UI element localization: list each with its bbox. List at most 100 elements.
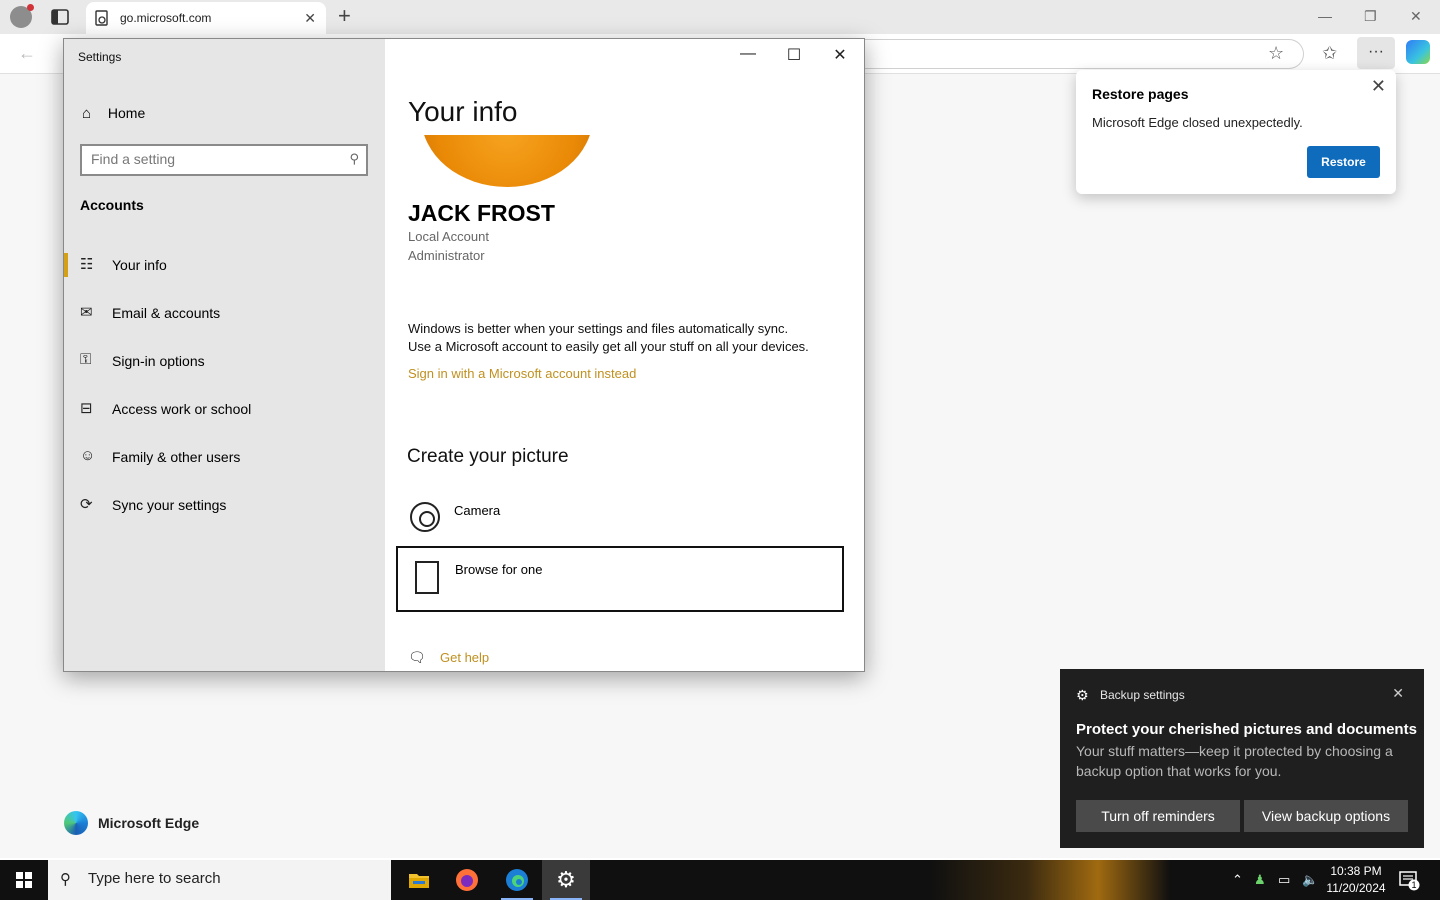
- toast-close-icon[interactable]: ✕: [1392, 685, 1404, 702]
- profile-avatar[interactable]: [10, 4, 34, 28]
- toast-app-name: Backup settings: [1100, 688, 1185, 702]
- favorites-icon[interactable]: ✩: [1322, 43, 1337, 64]
- clock[interactable]: 10:38 PM 11/20/2024: [1322, 863, 1390, 897]
- page-icon: [95, 10, 108, 26]
- toast-heading: Protect your cherished pictures and docu…: [1076, 721, 1417, 738]
- sidebar-item-access-work-school[interactable]: ⊟ Access work or school: [64, 385, 385, 433]
- sync-description-2: Use a Microsoft account to easily get al…: [408, 339, 809, 354]
- firefox-button[interactable]: [443, 860, 491, 900]
- browse-label: Browse for one: [455, 562, 543, 577]
- volume-icon[interactable]: 🔈: [1302, 872, 1318, 888]
- section-title: Accounts: [80, 197, 144, 213]
- maximize-button[interactable]: ☐: [771, 45, 817, 65]
- gear-icon: ⚙: [1076, 687, 1089, 703]
- notification-count: 1: [1411, 880, 1417, 890]
- sidebar-item-your-info[interactable]: ☷ Your info: [64, 241, 385, 289]
- camera-label: Camera: [454, 503, 501, 518]
- close-button[interactable]: ✕: [817, 45, 863, 65]
- start-button[interactable]: [0, 860, 48, 900]
- window-title: Settings: [78, 50, 122, 64]
- chevron-up-icon[interactable]: ⌃: [1232, 872, 1243, 888]
- microsoft-account-link[interactable]: Sign in with a Microsoft account instead: [408, 366, 636, 381]
- sidebar-item-sign-in-options[interactable]: ⚿ Sign-in options: [64, 337, 385, 385]
- person-icon: ☺: [80, 447, 96, 464]
- sync-icon: ⟳: [80, 496, 93, 513]
- windows-logo-icon: [16, 872, 32, 888]
- restore-message: Microsoft Edge closed unexpectedly.: [1092, 115, 1303, 130]
- edge-button[interactable]: [493, 860, 541, 900]
- backup-toast: ⚙ Backup settings ✕ Protect your cherish…: [1060, 669, 1424, 848]
- edge-brand-label: Microsoft Edge: [98, 815, 200, 831]
- network-icon[interactable]: ▭: [1278, 872, 1290, 888]
- tab-close-icon[interactable]: ✕: [304, 10, 316, 27]
- new-tab-button[interactable]: +: [338, 5, 351, 27]
- your-info-icon: ☷: [80, 256, 94, 273]
- user-sync-icon[interactable]: ♟: [1254, 872, 1266, 888]
- camera-icon: [410, 502, 440, 532]
- turn-off-reminders-button[interactable]: Turn off reminders: [1076, 800, 1240, 832]
- taskbar-search-input[interactable]: [88, 870, 378, 887]
- account-type: Local Account: [408, 229, 489, 244]
- briefcase-icon: ⊟: [80, 400, 93, 417]
- browser-restore-button[interactable]: ❐: [1364, 8, 1377, 25]
- browser-tab-bar: go.microsoft.com ✕ + — ❐ ✕: [0, 0, 1440, 34]
- home-icon: ⌂: [82, 105, 92, 122]
- help-chat-icon: 🗨: [408, 649, 426, 665]
- gear-icon: ⚙: [556, 867, 576, 892]
- home-link[interactable]: ⌂ Home: [82, 105, 145, 122]
- page-title: Your info: [408, 96, 518, 127]
- taskbar-search: ⚲: [48, 860, 391, 900]
- settings-button[interactable]: ⚙: [542, 860, 590, 900]
- settings-search: ⚲: [80, 144, 368, 176]
- sidebar-item-label: Sign-in options: [112, 353, 205, 369]
- desktop-wallpaper-strip: [930, 860, 1170, 900]
- view-backup-options-button[interactable]: View backup options: [1244, 800, 1408, 832]
- more-options-button[interactable]: ···: [1357, 37, 1395, 69]
- sidebar-item-label: Your info: [112, 257, 167, 273]
- file-icon: [415, 561, 439, 594]
- settings-window: Settings ⌂ Home ⚲ Accounts ☷ Your info ✉…: [63, 38, 865, 672]
- favorite-star-icon[interactable]: ☆: [1268, 43, 1284, 64]
- back-arrow-icon[interactable]: ←: [18, 43, 36, 64]
- clock-date: 11/20/2024: [1326, 881, 1386, 895]
- folder-icon: [409, 874, 429, 888]
- notification-center-button[interactable]: 1: [1398, 869, 1420, 891]
- sidebar-item-label: Sync your settings: [112, 497, 227, 513]
- browser-close-button[interactable]: ✕: [1410, 8, 1422, 25]
- sidebar-item-email-accounts[interactable]: ✉ Email & accounts: [64, 289, 385, 337]
- key-icon: ⚿: [80, 351, 92, 368]
- email-icon: ✉: [80, 304, 93, 321]
- get-help-label: Get help: [440, 650, 490, 665]
- search-icon: ⚲: [349, 151, 359, 166]
- sidebar-item-label: Access work or school: [112, 401, 252, 417]
- settings-sidebar: Settings ⌂ Home ⚲ Accounts ☷ Your info ✉…: [64, 39, 385, 671]
- user-name: JACK FROST: [408, 200, 555, 226]
- tab-title: go.microsoft.com: [120, 11, 212, 25]
- search-input[interactable]: [91, 151, 331, 167]
- clock-time: 10:38 PM: [1330, 864, 1382, 878]
- firefox-icon: [456, 869, 478, 891]
- accounts-nav: ☷ Your info ✉ Email & accounts ⚿ Sign-in…: [64, 241, 385, 529]
- settings-content: — ☐ ✕ Your info JACK FROST Local Account…: [385, 39, 864, 671]
- sidebar-item-label: Email & accounts: [112, 305, 221, 321]
- browser-minimize-button[interactable]: —: [1318, 8, 1332, 24]
- restore-button[interactable]: Restore: [1307, 146, 1380, 178]
- address-bar[interactable]: [860, 39, 1304, 69]
- camera-option[interactable]: Camera: [407, 499, 847, 547]
- sidebar-item-sync-settings[interactable]: ⟳ Sync your settings: [64, 481, 385, 529]
- picture-heading: Create your picture: [407, 446, 569, 467]
- home-label: Home: [107, 105, 146, 121]
- edge-icon: [506, 869, 528, 891]
- browse-option[interactable]: Browse for one: [396, 546, 844, 612]
- copilot-icon[interactable]: [1406, 40, 1430, 64]
- tab-actions-icon[interactable]: [50, 7, 70, 27]
- minimize-button[interactable]: —: [725, 45, 771, 63]
- sidebar-item-label: Family & other users: [112, 449, 241, 465]
- sidebar-item-family-users[interactable]: ☺ Family & other users: [64, 433, 385, 481]
- close-icon[interactable]: ✕: [1371, 76, 1386, 97]
- restore-title: Restore pages: [1092, 86, 1189, 102]
- browser-tab[interactable]: go.microsoft.com ✕: [86, 2, 326, 34]
- toast-body: Your stuff matters—keep it protected by …: [1076, 743, 1393, 779]
- avatar: [421, 135, 593, 189]
- file-explorer-button[interactable]: [395, 860, 443, 900]
